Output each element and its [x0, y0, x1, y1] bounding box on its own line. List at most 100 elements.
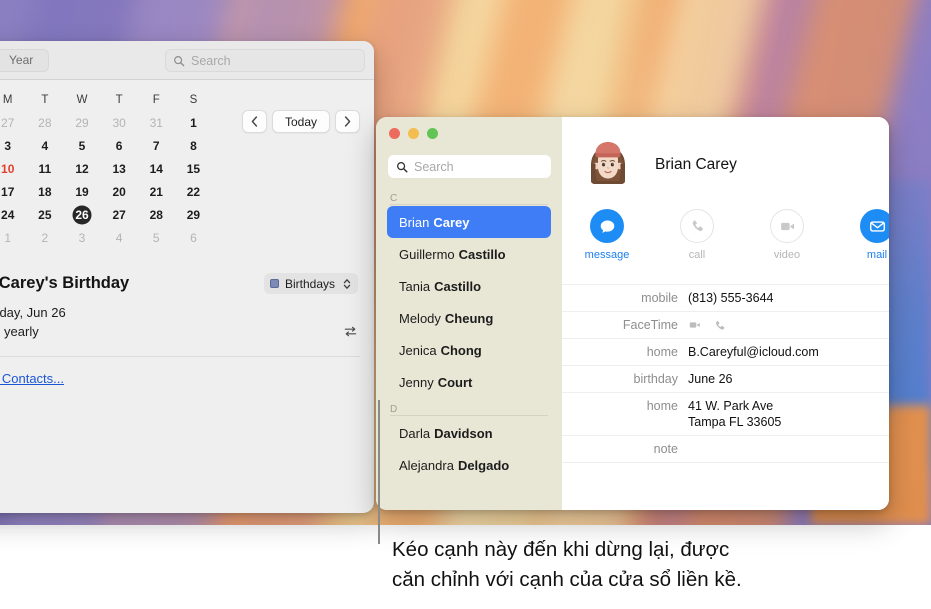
- action-mail-button[interactable]: mail: [854, 209, 889, 261]
- contact-field-row[interactable]: mobile (813) 555-3644: [562, 284, 889, 311]
- calendar-day-cell[interactable]: 6: [175, 230, 212, 246]
- contact-last-name: Davidson: [434, 425, 493, 441]
- contact-field-value: 41 W. Park Ave Tampa FL 33605: [688, 398, 781, 430]
- previous-month-button[interactable]: [241, 110, 267, 133]
- calendar-day-cell[interactable]: 7: [138, 138, 175, 154]
- calendar-day-cell[interactable]: 2: [26, 230, 63, 246]
- weekday-header: M: [2, 94, 13, 106]
- calendar-day-cell[interactable]: 28: [138, 207, 175, 223]
- action-label: call: [688, 249, 706, 261]
- calendar-color-swatch: [269, 279, 279, 288]
- calendar-day-cell[interactable]: 3: [0, 138, 26, 154]
- event-calendar-popup-button[interactable]: Birthdays: [263, 273, 358, 294]
- contact-field-row[interactable]: FaceTime: [562, 311, 889, 338]
- calendar-day-cell[interactable]: 1: [175, 115, 212, 131]
- weekday-header: F: [152, 94, 160, 106]
- calendar-day-cell[interactable]: 4: [26, 138, 63, 154]
- close-button[interactable]: [389, 128, 400, 139]
- contact-last-name: Castillo: [434, 278, 482, 294]
- next-month-button[interactable]: [335, 110, 360, 133]
- action-label: video: [773, 249, 801, 261]
- contact-list-item[interactable]: Guillermo Castillo: [387, 238, 551, 270]
- calendar-day-cell[interactable]: 31: [138, 115, 175, 131]
- contacts-list[interactable]: C Brian Carey Guillermo Castillo Tania Castill…: [376, 187, 562, 510]
- calendar-day-cell[interactable]: 20: [101, 184, 138, 200]
- calendar-day-cell[interactable]: 30: [101, 115, 138, 131]
- contact-field-row[interactable]: note: [562, 435, 889, 463]
- calendar-day-cell[interactable]: 10: [0, 161, 26, 177]
- contact-last-name: Chong: [440, 342, 482, 358]
- calendar-day-cell[interactable]: 28: [26, 115, 63, 131]
- window-traffic-lights: [389, 128, 438, 139]
- calendar-body: SMTWTFS262728293031123456789101112131415…: [0, 94, 374, 388]
- calendar-search-field[interactable]: Search: [165, 49, 365, 72]
- calendar-day-cell[interactable]: 6: [101, 138, 138, 154]
- caption-line-1: Kéo cạnh này đến khi dừng lại, được: [392, 538, 730, 561]
- contact-list-item[interactable]: Brian Carey: [387, 206, 551, 238]
- calendar-day-cell[interactable]: 5: [138, 230, 175, 246]
- calendar-day-cell[interactable]: 11: [26, 161, 63, 177]
- contacts-search-field[interactable]: Search: [388, 155, 551, 178]
- calendar-day-cell[interactable]: 27: [101, 207, 138, 223]
- contact-field-value: (813) 555-3644: [688, 291, 774, 305]
- calendar-day-cell[interactable]: 22: [175, 184, 212, 200]
- screenshot-root: th Year Search SMTWTFS262728293031123456…: [0, 0, 931, 609]
- calendar-day-cell[interactable]: 24: [0, 207, 26, 223]
- contact-last-name: Delgado: [457, 457, 510, 473]
- calendar-day-cell[interactable]: 17: [0, 184, 26, 200]
- segment-year[interactable]: Year: [0, 50, 48, 71]
- contact-field-label: home: [646, 345, 678, 359]
- calendar-day-cell[interactable]: 29: [63, 115, 100, 131]
- contact-list-item[interactable]: Darla Davidson: [387, 417, 551, 449]
- contact-list-item[interactable]: Melody Cheung: [387, 302, 551, 334]
- calendar-day-cell[interactable]: 4: [101, 230, 138, 246]
- weekday-header: T: [115, 94, 123, 106]
- today-button[interactable]: Today: [271, 110, 330, 133]
- event-repeat-label: Repeats yearly: [0, 324, 39, 339]
- contact-list-item[interactable]: Jenica Chong: [387, 334, 551, 366]
- calendar-day-cell[interactable]: 13: [101, 161, 138, 177]
- action-call-button[interactable]: call: [674, 209, 720, 261]
- calendar-day-cell[interactable]: 19: [63, 184, 100, 200]
- contact-field-value: [688, 317, 726, 333]
- action-message-button[interactable]: message: [584, 209, 630, 261]
- calendar-day-cell[interactable]: 25: [26, 207, 63, 223]
- calendar-day-cell[interactable]: 8: [175, 138, 212, 154]
- contact-list-item[interactable]: Jenny Court: [387, 366, 551, 398]
- calendar-day-cell[interactable]: 12: [63, 161, 100, 177]
- contact-field-row[interactable]: birthday June 26: [562, 365, 889, 392]
- phone-icon[interactable]: [713, 319, 726, 332]
- facetime-icons[interactable]: [688, 317, 726, 332]
- address-line-1: 41 W. Park Ave: [688, 399, 774, 413]
- contact-list-item[interactable]: Alejandra Delgado: [387, 449, 551, 481]
- calendar-day-cell[interactable]: 27: [0, 115, 26, 131]
- show-in-contacts-link[interactable]: Show in Contacts...: [0, 371, 64, 386]
- calendar-day-cell[interactable]: 26: [63, 207, 100, 223]
- contact-first-name: Jenny: [399, 374, 434, 390]
- minimize-button[interactable]: [408, 128, 419, 139]
- calendar-day-cell[interactable]: 5: [63, 138, 100, 154]
- memoji-avatar[interactable]: [578, 135, 638, 195]
- calendar-month-grid[interactable]: SMTWTFS262728293031123456789101112131415…: [0, 94, 212, 246]
- calendar-day-cell[interactable]: 18: [26, 184, 63, 200]
- contact-field-row[interactable]: home B.Careyful@icloud.com: [562, 338, 889, 365]
- calendar-window: th Year Search SMTWTFS262728293031123456…: [0, 41, 374, 513]
- contact-name: Brian Carey: [655, 156, 737, 173]
- contact-field-label: birthday: [633, 372, 678, 386]
- calendar-day-cell[interactable]: 29: [175, 207, 212, 223]
- calendar-day-cell[interactable]: 14: [138, 161, 175, 177]
- contact-field-row[interactable]: home 41 W. Park Ave Tampa FL 33605: [562, 392, 889, 435]
- calendar-day-cell[interactable]: 15: [175, 161, 212, 177]
- contact-last-name: Castillo: [458, 246, 506, 262]
- contact-last-name: Court: [437, 374, 473, 390]
- contact-last-name: Cheung: [444, 310, 494, 326]
- event-title: Brian Carey's Birthday: [0, 274, 130, 292]
- calendar-day-cell[interactable]: 1: [0, 230, 26, 246]
- action-video-button[interactable]: video: [764, 209, 810, 261]
- calendar-day-cell[interactable]: 21: [138, 184, 175, 200]
- contact-list-item[interactable]: Tania Castillo: [387, 270, 551, 302]
- calendar-view-segmented-control[interactable]: th Year: [0, 48, 50, 72]
- zoom-button[interactable]: [427, 128, 438, 139]
- calendar-day-cell[interactable]: 3: [63, 230, 100, 246]
- video-camera-icon[interactable]: [688, 318, 702, 332]
